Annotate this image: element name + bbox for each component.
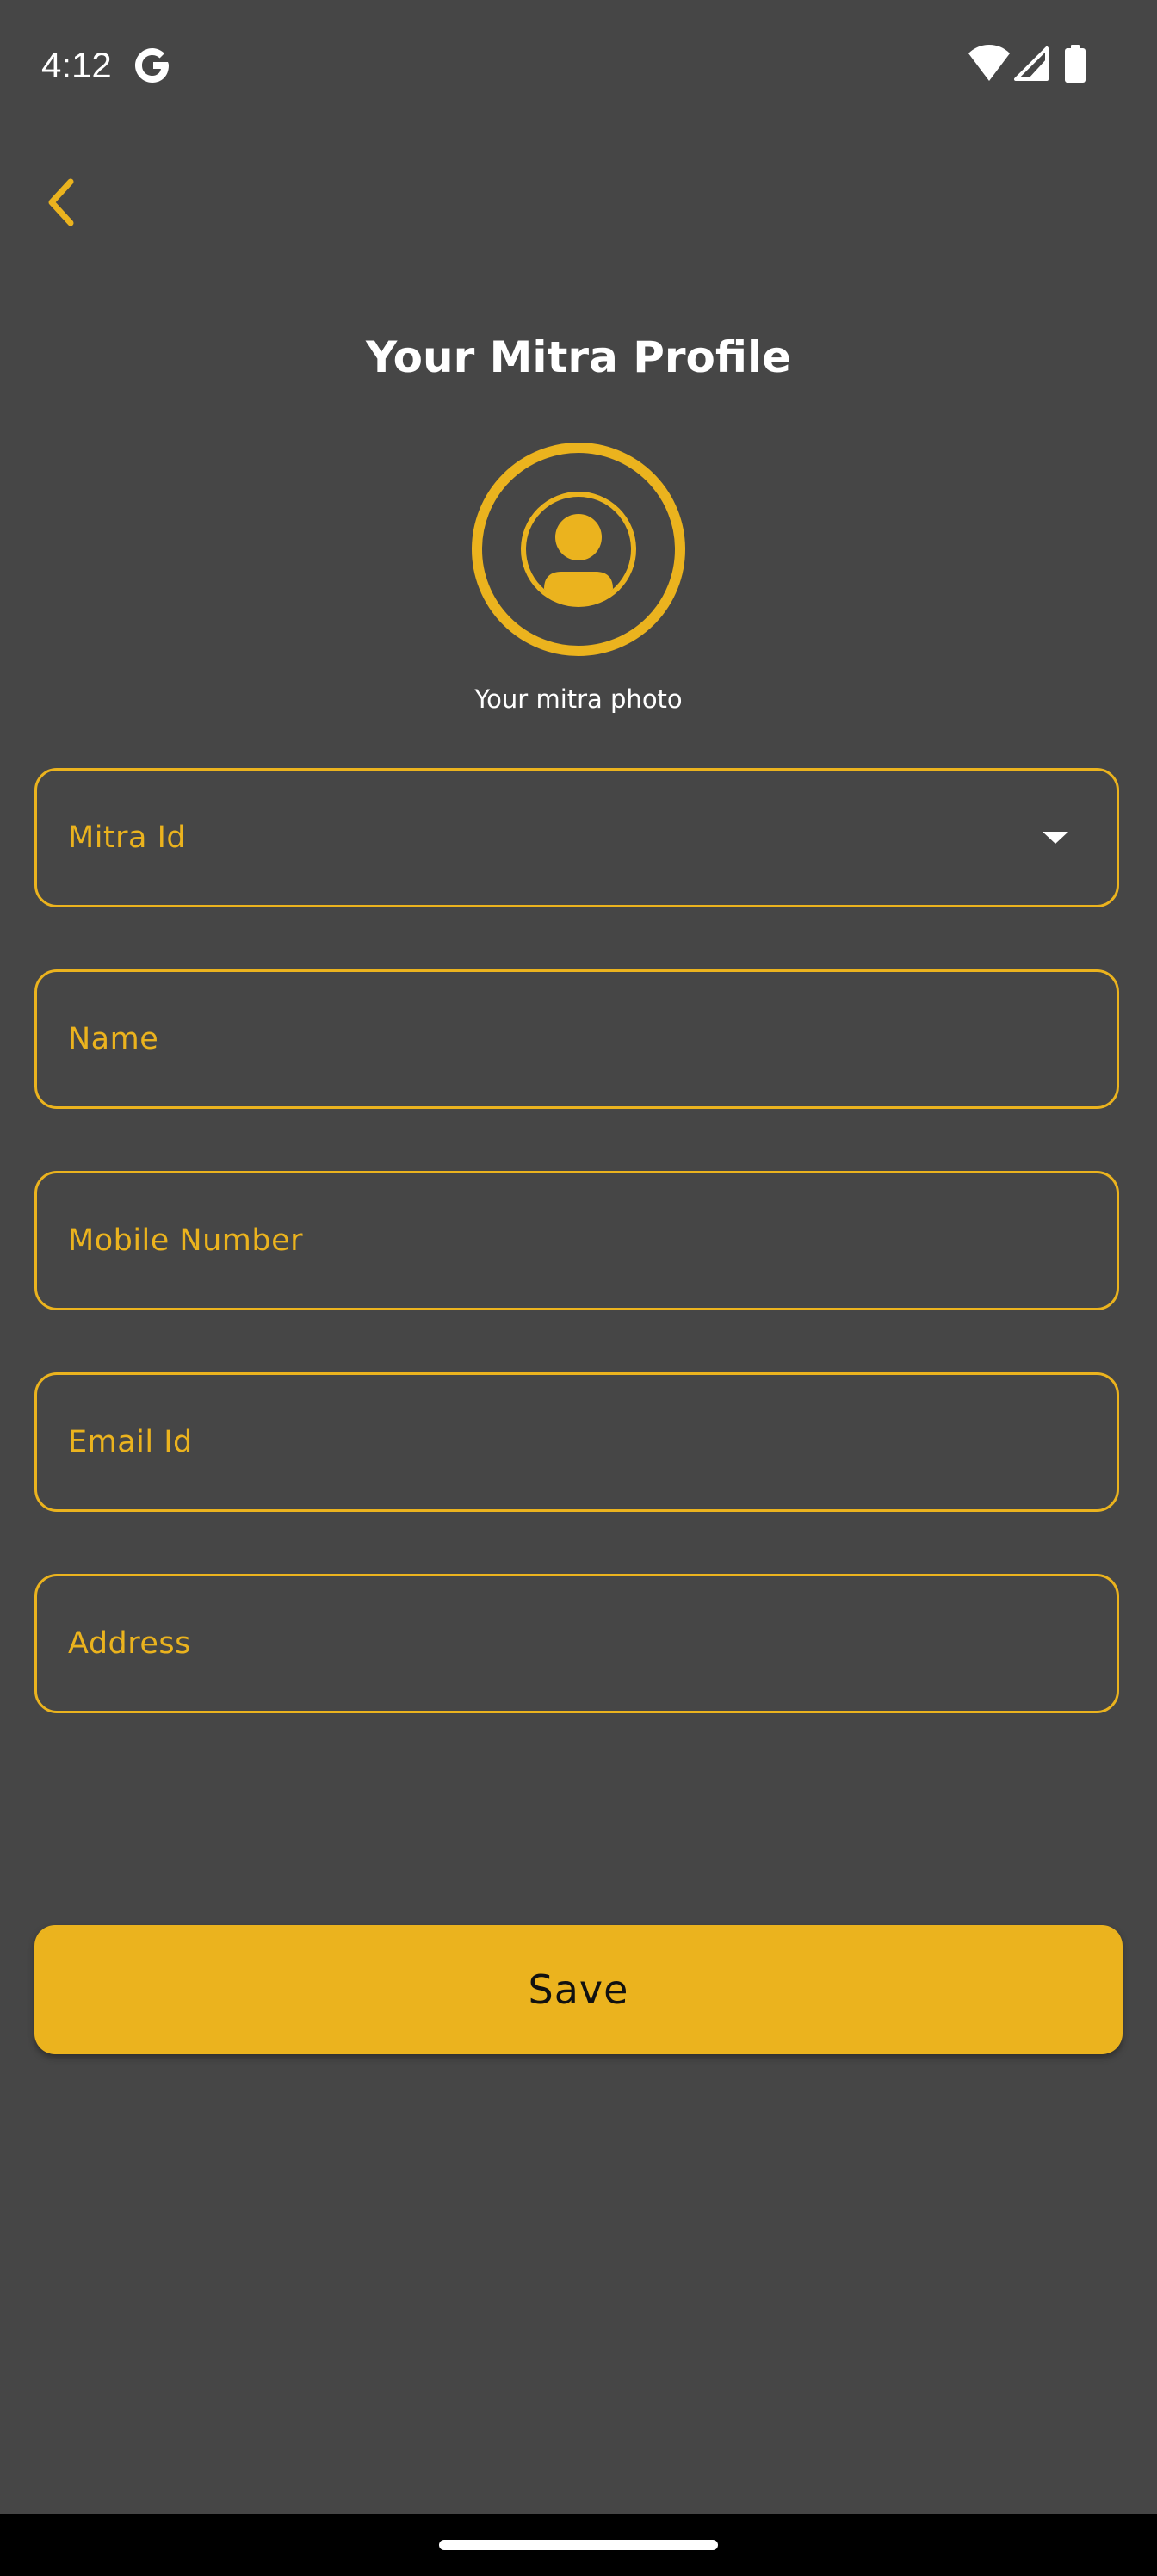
address-field[interactable]: Address <box>34 1574 1119 1713</box>
dropdown-arrow-icon <box>1043 832 1068 844</box>
mobile-number-label: Mobile Number <box>68 1223 304 1258</box>
mitra-profile-screen: 4:12 Your Mitra Profile Your mitra photo <box>0 0 1157 2576</box>
name-label: Name <box>68 1022 159 1056</box>
avatar-caption: Your mitra photo <box>474 684 683 714</box>
battery-icon <box>1065 45 1086 83</box>
profile-photo-button[interactable] <box>470 441 687 658</box>
mobile-number-field[interactable]: Mobile Number <box>34 1171 1119 1310</box>
email-id-label: Email Id <box>68 1425 193 1459</box>
google-icon <box>135 48 169 83</box>
address-label: Address <box>68 1626 191 1661</box>
wifi-icon <box>968 45 1010 81</box>
back-button[interactable] <box>26 164 95 241</box>
save-button-label: Save <box>528 1966 629 2013</box>
mitra-id-label: Mitra Id <box>68 820 187 855</box>
status-bar: 4:12 <box>0 0 1157 129</box>
home-indicator[interactable] <box>439 2540 718 2550</box>
mitra-id-dropdown[interactable]: Mitra Id <box>34 768 1119 907</box>
page-title: Your Mitra Profile <box>366 332 791 382</box>
chevron-left-icon <box>48 178 74 226</box>
save-button[interactable]: Save <box>34 1925 1123 2054</box>
signal-icon <box>1014 46 1049 81</box>
email-id-field[interactable]: Email Id <box>34 1372 1119 1512</box>
name-field[interactable]: Name <box>34 969 1119 1109</box>
status-time: 4:12 <box>41 45 112 85</box>
